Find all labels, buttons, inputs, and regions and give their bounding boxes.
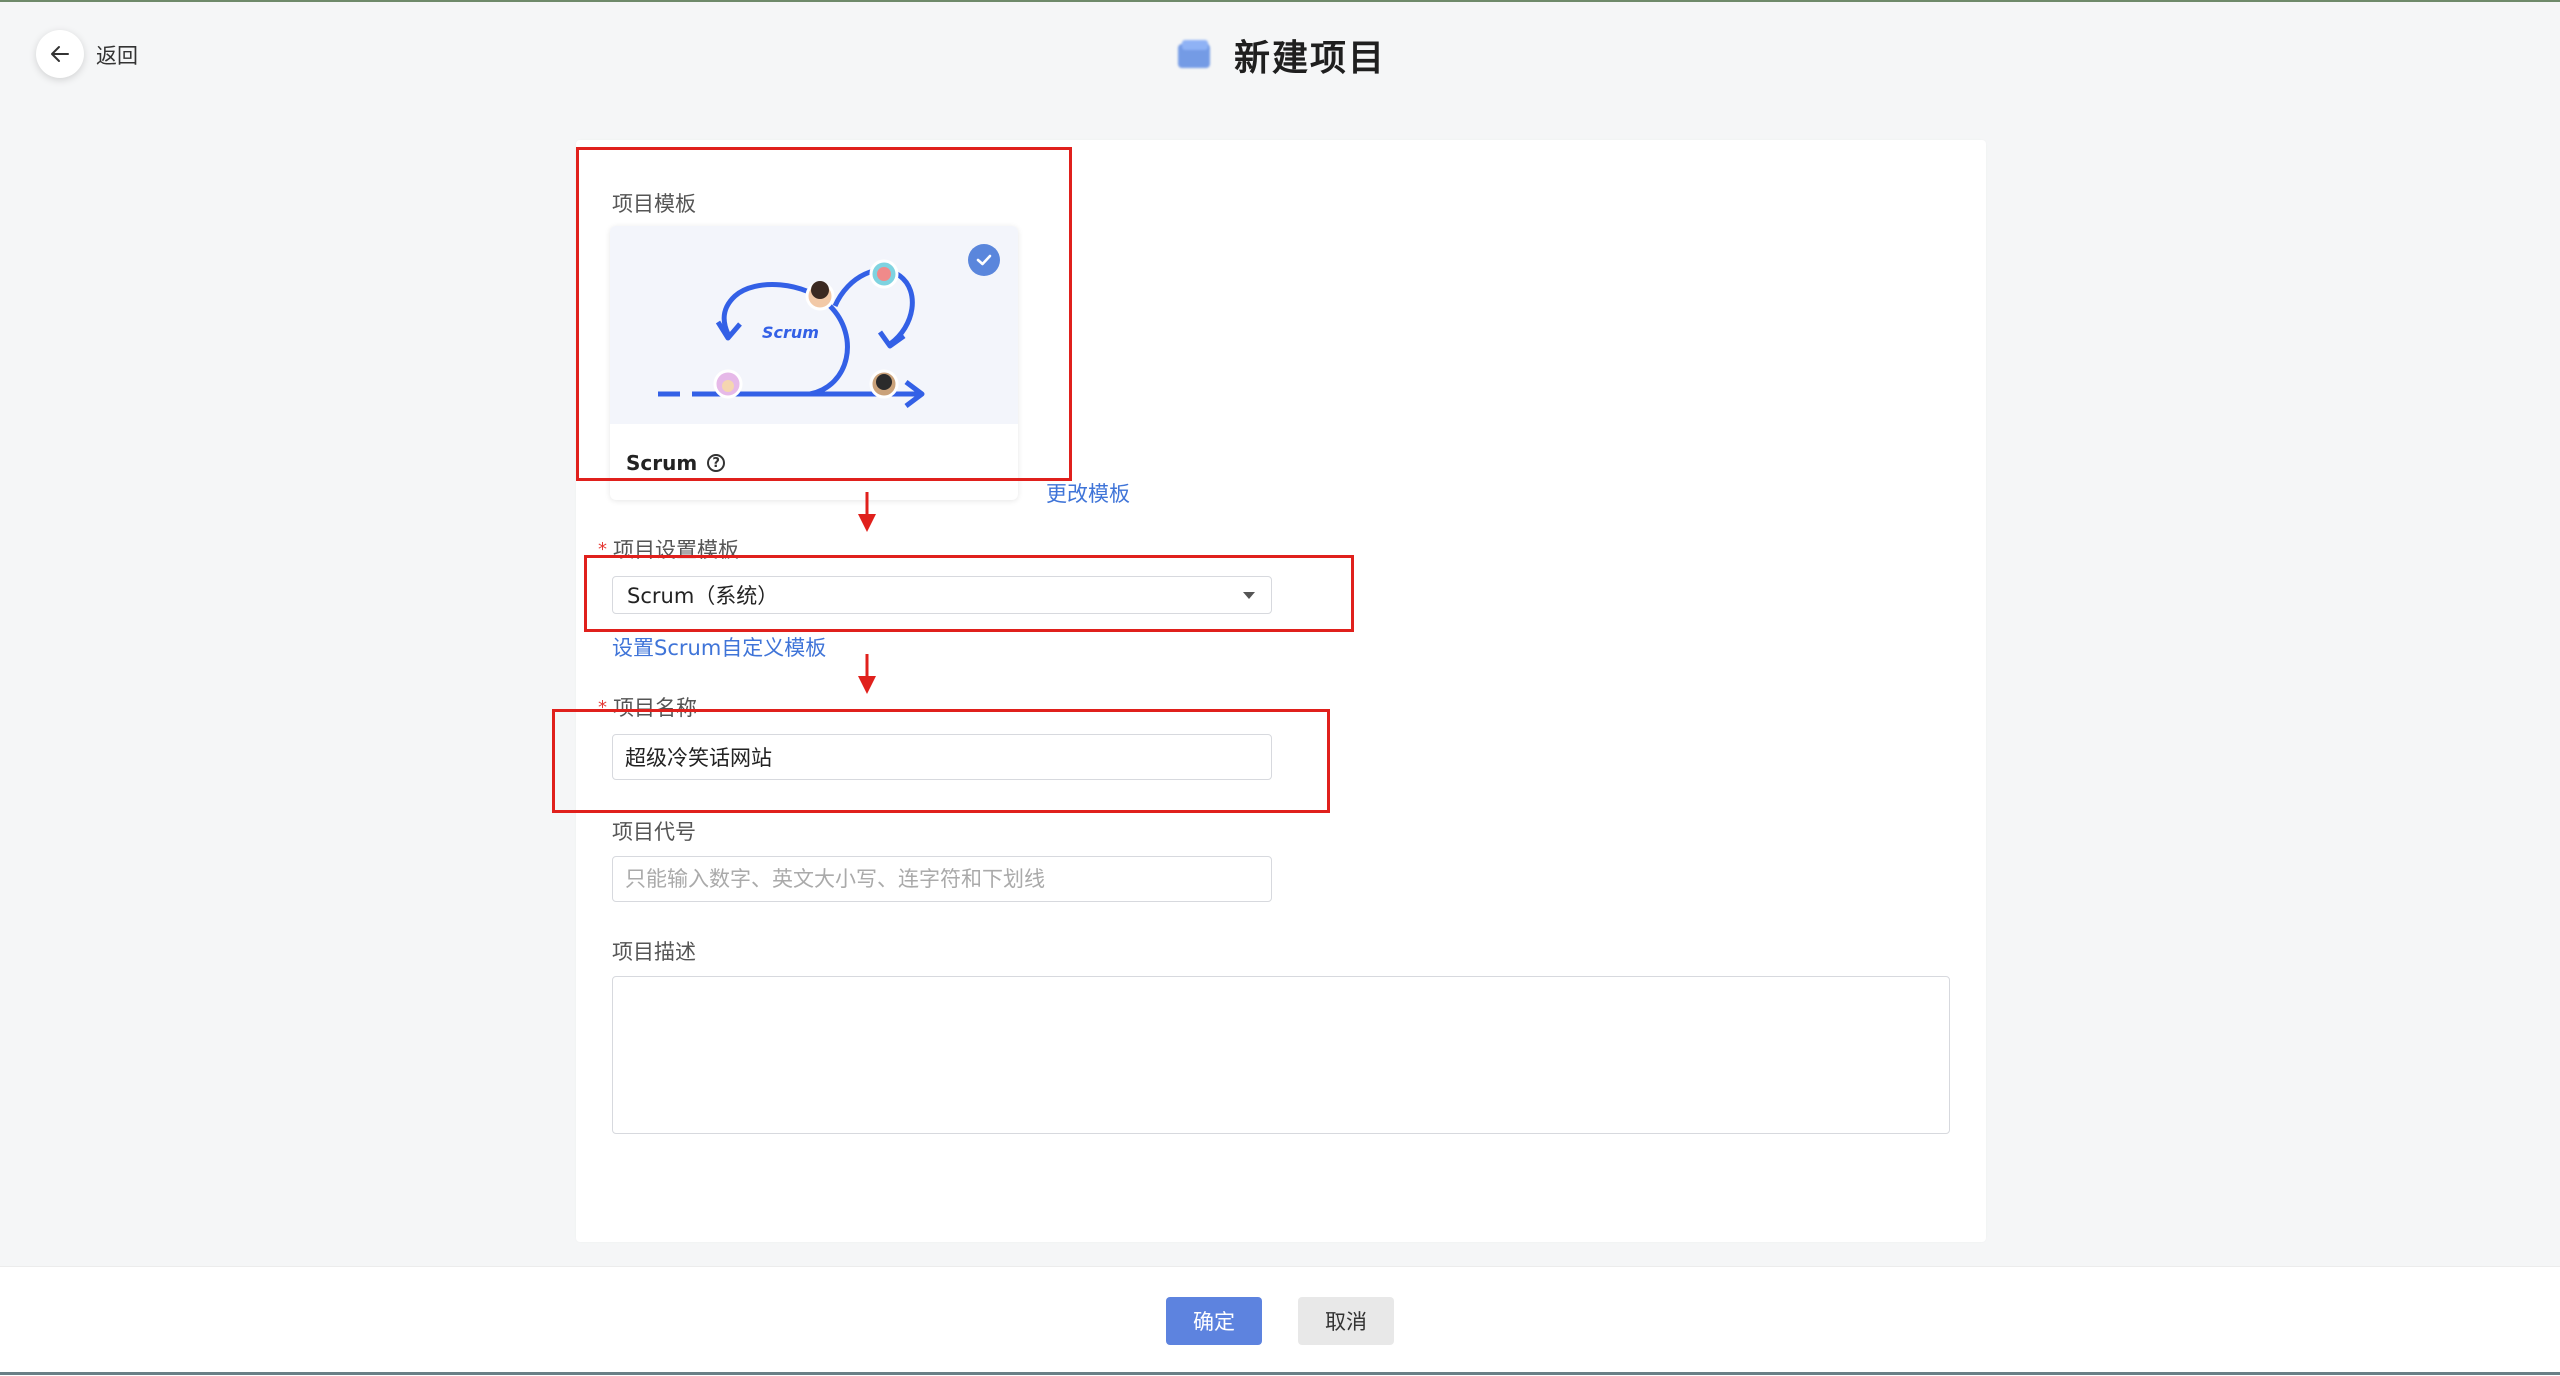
scrum-illustration: Scrum [610,226,1018,424]
custom-template-link[interactable]: 设置Scrum自定义模板 [612,632,826,662]
required-mark: * [598,697,607,718]
arrow-left-icon [51,46,69,62]
template-name-text: Scrum [626,451,698,475]
back-label[interactable]: 返回 [96,40,138,70]
check-circle-icon [968,244,1000,276]
back-button[interactable] [36,30,84,78]
project-name-label-text: 项目名称 [613,696,697,720]
confirm-button[interactable]: 确定 [1166,1297,1262,1345]
top-border [0,0,2560,2]
project-code-label: 项目代号 [612,820,696,844]
settings-template-select[interactable]: Scrum（系统） [612,576,1272,614]
project-icon [1178,40,1212,70]
project-desc-label: 项目描述 [612,940,696,964]
new-project-page: 返回 新建项目 项目模板 Scrum Scrum ? 更改模板 * 项目设置模板… [0,0,2560,1376]
scrum-image-text: Scrum [762,323,819,342]
project-desc-textarea[interactable] [612,976,1950,1134]
settings-template-label-text: 项目设置模板 [613,538,739,562]
template-name: Scrum ? [626,451,726,475]
caret-down-icon [1243,592,1255,599]
cancel-button[interactable]: 取消 [1298,1297,1394,1345]
settings-template-label: * 项目设置模板 [598,534,739,564]
project-code-input[interactable] [612,856,1272,902]
page-header: 新建项目 [1178,30,1386,80]
settings-template-value: Scrum（系统） [627,584,779,608]
footer-bar [0,1266,2560,1376]
page-title: 新建项目 [1234,38,1387,79]
template-card-scrum[interactable]: Scrum Scrum ? [610,226,1018,500]
change-template-link[interactable]: 更改模板 [1046,478,1130,508]
required-mark: * [598,539,607,560]
question-circle-icon[interactable]: ? [707,454,726,472]
project-name-label: * 项目名称 [598,692,697,722]
template-label: 项目模板 [612,192,696,216]
scrum-diagram-icon: Scrum [658,259,925,408]
project-name-input[interactable] [612,734,1272,780]
